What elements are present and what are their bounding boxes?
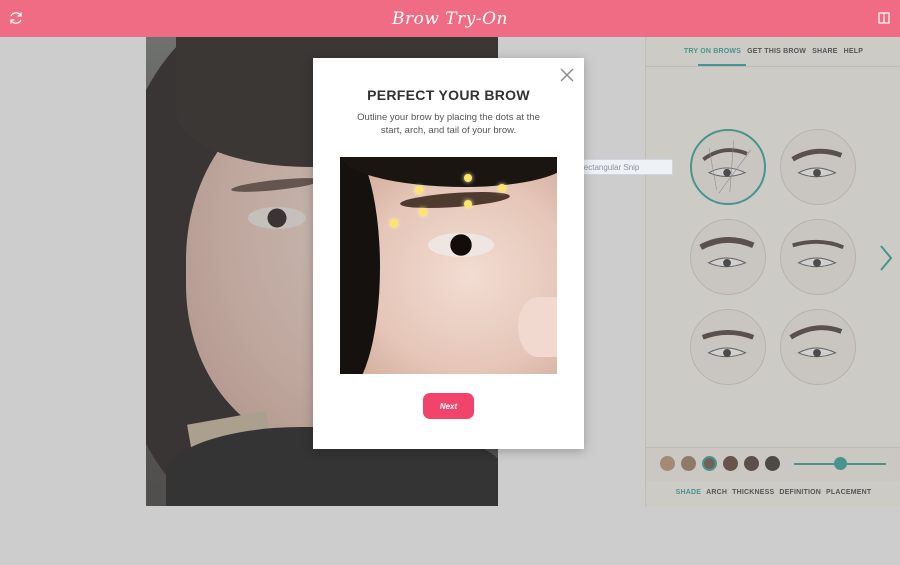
tab-definition[interactable]: DEFINITION xyxy=(779,489,821,496)
tab-share[interactable]: SHARE xyxy=(812,48,838,55)
tab-try-on-brows[interactable]: TRY ON BROWS xyxy=(684,48,741,55)
shade-swatch[interactable] xyxy=(765,456,780,471)
top-tabs: TRY ON BROWS GET THIS BROW SHARE HELP xyxy=(646,37,900,65)
panel-toggle-icon[interactable] xyxy=(878,12,890,24)
brow-shape-grid xyxy=(646,67,900,447)
refresh-icon[interactable] xyxy=(8,10,24,26)
tab-thickness[interactable]: THICKNESS xyxy=(732,489,774,496)
brow-shape-option[interactable] xyxy=(690,219,766,295)
brow-shape-option[interactable] xyxy=(690,129,766,205)
app-title: Brow Try-On xyxy=(391,8,508,29)
tab-help[interactable]: HELP xyxy=(844,48,863,55)
tab-get-this-brow[interactable]: GET THIS BROW xyxy=(747,48,806,55)
modal-title: PERFECT YOUR BROW xyxy=(367,87,530,103)
close-icon[interactable] xyxy=(560,68,574,82)
brow-point-handle[interactable] xyxy=(419,208,427,216)
brow-placement-modal: PERFECT YOUR BROW Outline your brow by p… xyxy=(313,58,584,449)
shade-swatch[interactable] xyxy=(702,456,717,471)
shade-swatch[interactable] xyxy=(660,456,675,471)
brow-point-handle[interactable] xyxy=(415,186,423,194)
shade-swatch[interactable] xyxy=(681,456,696,471)
brow-point-handle[interactable] xyxy=(464,174,472,182)
tab-shade[interactable]: SHADE xyxy=(676,489,702,496)
header-bar: Brow Try-On xyxy=(0,0,900,37)
brow-point-handle[interactable] xyxy=(464,200,472,208)
next-button[interactable]: Next xyxy=(423,393,474,419)
intensity-slider-thumb[interactable] xyxy=(833,457,847,470)
brow-point-handle[interactable] xyxy=(390,219,398,227)
brow-shape-option[interactable] xyxy=(780,129,856,205)
shade-swatch[interactable] xyxy=(744,456,759,471)
snip-label: Rectangular Snip xyxy=(578,162,640,172)
right-panel: TRY ON BROWS GET THIS BROW SHARE HELP SH… xyxy=(645,37,900,507)
modal-instructions: Outline your brow by placing the dots at… xyxy=(357,112,540,136)
chevron-right-icon[interactable] xyxy=(878,243,894,273)
app-window: Brow Try-On TRY ON BROWS GET THIS BROW S… xyxy=(0,0,900,565)
brow-point-handle[interactable] xyxy=(498,184,506,192)
shade-bar xyxy=(646,447,900,481)
tab-placement[interactable]: PLACEMENT xyxy=(826,489,871,496)
tab-arch[interactable]: ARCH xyxy=(706,489,727,496)
shade-swatch[interactable] xyxy=(723,456,738,471)
brow-shape-option[interactable] xyxy=(780,309,856,385)
bottom-tabs: SHADE ARCH THICKNESS DEFINITION PLACEMEN… xyxy=(646,483,900,501)
brow-preview-image xyxy=(340,157,557,374)
brow-shape-option[interactable] xyxy=(690,309,766,385)
brow-shape-option[interactable] xyxy=(780,219,856,295)
